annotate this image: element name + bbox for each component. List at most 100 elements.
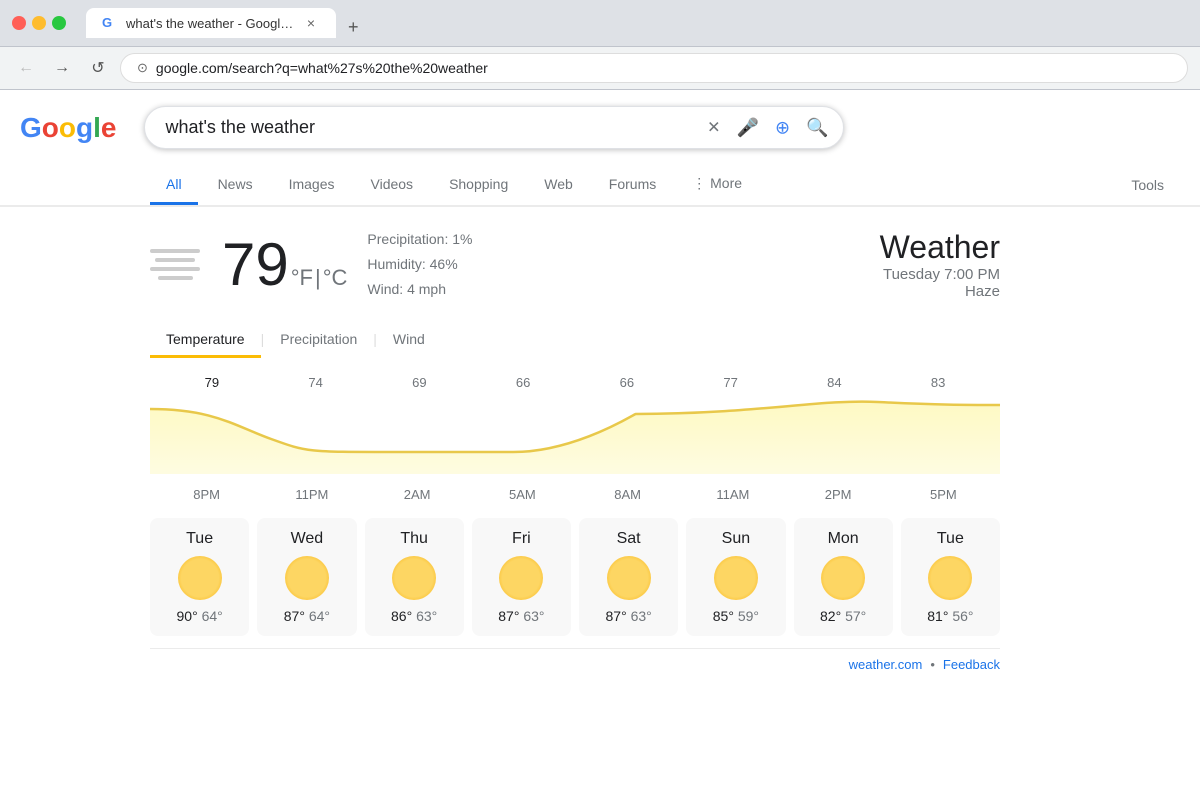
humidity-detail: Humidity: 46% [367,252,472,277]
haze-weather-icon [150,235,210,295]
weather-details: Precipitation: 1% Humidity: 46% Wind: 4 … [367,227,472,303]
tab-news[interactable]: News [202,166,269,205]
logo-g1: G [20,112,42,143]
reload-button[interactable]: ↺ [84,54,112,82]
time-2pm: 2PM [786,487,891,502]
day-low-tue1: 64° [202,608,223,624]
day-low-sun: 59° [738,608,759,624]
weather-footer: weather.com • Feedback [150,648,1000,672]
tab-images[interactable]: Images [273,166,351,205]
image-search-button[interactable]: ⊕ [771,113,794,142]
chart-val-0: 79 [160,375,264,390]
back-button[interactable]: ← [12,54,40,82]
tab-more[interactable]: ⋮ More [676,165,758,205]
day-high-sun: 85° [713,608,734,624]
tab-shopping[interactable]: Shopping [433,166,524,205]
temp-separator: | [315,265,321,291]
close-traffic-light[interactable] [12,16,26,30]
tools-tab[interactable]: Tools [1115,167,1180,203]
day-card-sun[interactable]: Sun 85° 59° [686,518,785,636]
minimize-traffic-light[interactable] [32,16,46,30]
weather-right: Weather Tuesday 7:00 PM Haze [880,229,1000,300]
day-high-tue2: 81° [927,608,948,624]
precipitation-detail: Precipitation: 1% [367,227,472,252]
clear-search-button[interactable]: ✕ [703,114,724,142]
day-name-sat: Sat [587,530,670,548]
weather-current: 79 °F | °C Precipitation: 1% Humidity: 4… [150,227,1000,303]
weather-icon-area: 79 °F | °C [150,230,347,299]
active-tab[interactable]: G what's the weather - Google S × [86,8,336,38]
time-5am: 5AM [470,487,575,502]
tab-all[interactable]: All [150,166,198,205]
weather-title: Weather [880,229,1000,266]
search-submit-button[interactable]: 🔍 [802,113,832,142]
time-labels: 8PM 11PM 2AM 5AM 8AM 11AM 2PM 5PM [150,479,1000,502]
day-low-sat: 63° [631,608,652,624]
tab-web[interactable]: Web [528,166,589,205]
voice-search-button[interactable]: 🎤 [733,113,763,142]
time-11am: 11AM [680,487,785,502]
feedback-link[interactable]: Feedback [943,657,1000,672]
day-card-tue1[interactable]: Tue 90° 64° [150,518,249,636]
day-high-mon: 82° [820,608,841,624]
weather-tab-wind[interactable]: Wind [377,323,441,358]
day-high-tue1: 90° [177,608,198,624]
page-content: Google ✕ 🎤 ⊕ 🔍 All News Images Videos Sh… [0,90,1200,809]
logo-g2: g [76,112,93,143]
time-2am: 2AM [365,487,470,502]
weather-tab-precipitation[interactable]: Precipitation [264,323,373,358]
day-high-thu: 86° [391,608,412,624]
weather-widget: 79 °F | °C Precipitation: 1% Humidity: 4… [150,227,1000,672]
day-sun-tue1 [178,556,222,600]
weather-view-tabs: Temperature | Precipitation | Wind [150,323,1000,359]
logo-o2: o [59,112,76,143]
maximize-traffic-light[interactable] [52,16,66,30]
weather-source-link[interactable]: weather.com [849,657,923,672]
time-11pm: 11PM [259,487,364,502]
weather-condition: Haze [880,283,1000,300]
time-5pm: 5PM [891,487,996,502]
day-name-sun: Sun [694,530,777,548]
tab-videos[interactable]: Videos [355,166,430,205]
day-high-sat: 87° [606,608,627,624]
chart-val-7: 83 [886,375,990,390]
day-card-mon[interactable]: Mon 82° 57° [794,518,893,636]
search-tabs: All News Images Videos Shopping Web Foru… [0,165,1200,206]
logo-l: l [93,112,101,143]
day-temps-wed: 87° 64° [265,608,348,624]
day-name-mon: Mon [802,530,885,548]
temperature-chart-svg [150,394,1000,474]
url-text: google.com/search?q=what%27s%20the%20wea… [156,60,1171,76]
day-temps-sat: 87° 63° [587,608,670,624]
address-bar[interactable]: ⊙ google.com/search?q=what%27s%20the%20w… [120,53,1188,83]
forward-button[interactable]: → [48,54,76,82]
search-box-container: ✕ 🎤 ⊕ 🔍 [144,106,844,149]
day-temps-sun: 85° 59° [694,608,777,624]
day-card-wed[interactable]: Wed 87° 64° [257,518,356,636]
day-card-thu[interactable]: Thu 86° 63° [365,518,464,636]
temp-unit-c: °C [323,265,348,291]
day-name-wed: Wed [265,530,348,548]
day-card-sat[interactable]: Sat 87° 63° [579,518,678,636]
chart-val-1: 74 [264,375,368,390]
time-8pm: 8PM [154,487,259,502]
haze-line-3 [150,267,200,271]
tab-favicon: G [102,15,118,31]
temp-unit-f: °F [291,265,313,291]
day-name-tue2: Tue [909,530,992,548]
haze-line-2 [155,258,195,262]
weather-tab-temperature[interactable]: Temperature [150,323,261,358]
search-icons: ✕ 🎤 ⊕ 🔍 [703,113,832,142]
chart-val-3: 66 [471,375,575,390]
day-sun-mon [821,556,865,600]
day-card-fri[interactable]: Fri 87° 63° [472,518,571,636]
day-card-tue2[interactable]: Tue 81° 56° [901,518,1000,636]
day-temps-tue2: 81° 56° [909,608,992,624]
new-tab-button[interactable]: + [340,17,367,38]
tab-close-button[interactable]: × [302,14,320,32]
tab-forums[interactable]: Forums [593,166,672,205]
chart-val-6: 84 [783,375,887,390]
browser-chrome: G what's the weather - Google S × + [0,0,1200,47]
lock-icon: ⊙ [137,60,148,76]
day-sun-sat [607,556,651,600]
